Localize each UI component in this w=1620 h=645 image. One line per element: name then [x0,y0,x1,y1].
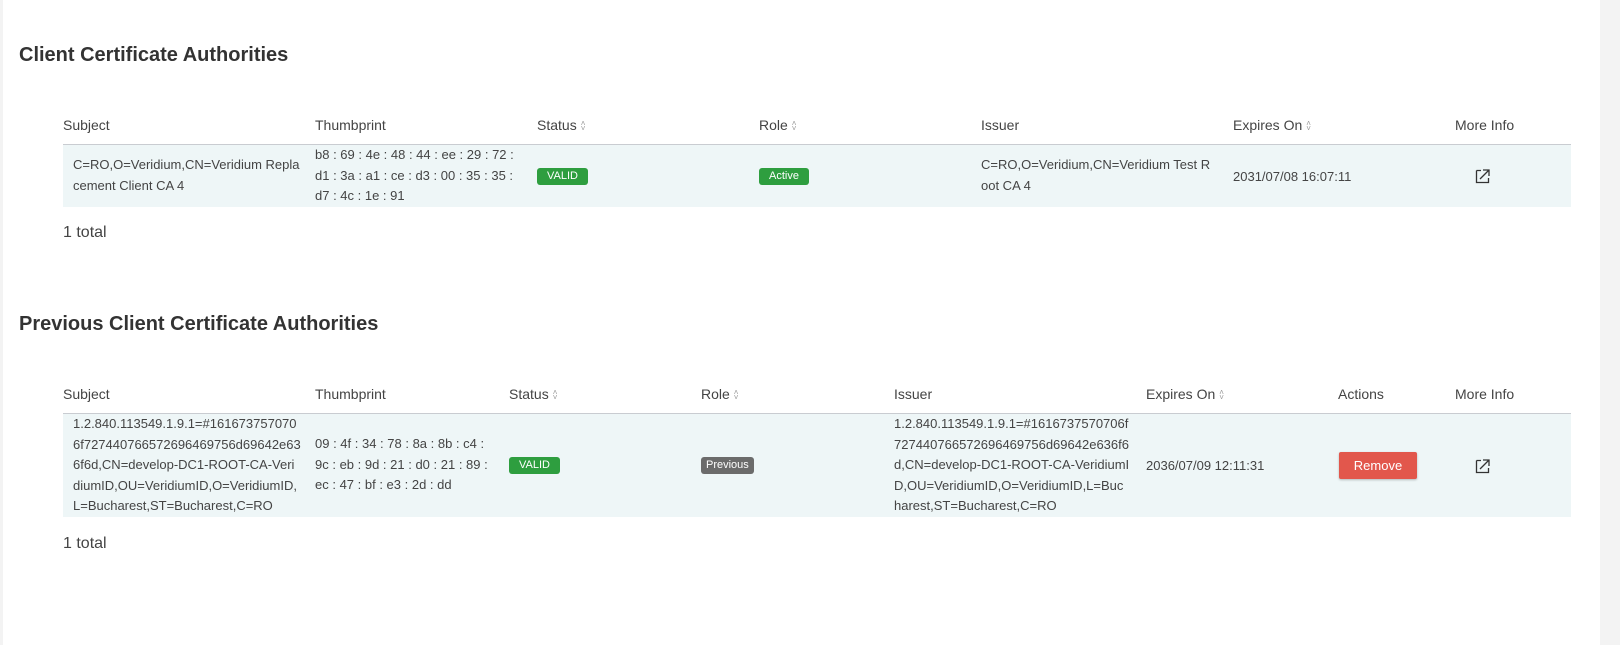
cell-subject: 1.2.840.113549.1.9.1=#1616737570706f7274… [73,416,301,513]
cell-role: Previous [701,414,754,517]
column-header-status[interactable]: Status ˄ ˅ [509,374,557,414]
table-row: 1.2.840.113549.1.9.1=#1616737570706f7274… [63,414,1571,517]
cell-more-info [1475,145,1491,207]
table-row: C=RO,O=Veridium,CN=Veridium Replacement … [63,145,1571,207]
sort-icon[interactable]: ˄ ˅ [1306,120,1311,133]
sort-icon[interactable]: ˄ ˅ [734,389,739,402]
cell-actions: Remove [1339,414,1417,517]
cell-issuer: C=RO,O=Veridium,CN=Veridium Test Root CA… [981,157,1211,193]
column-header-role[interactable]: Role ˄ ˅ [759,105,796,145]
column-header-expires[interactable]: Expires On ˄ ˅ [1146,374,1224,414]
cell-status: VALID [537,145,588,207]
remove-button[interactable]: Remove [1339,452,1417,479]
table-header: Subject Thumbprint Status ˄ ˅ Role ˄ ˅ Issue… [63,105,1571,145]
column-header-subject: Subject [63,117,110,133]
cell-subject: C=RO,O=Veridium,CN=Veridium Replacement … [73,157,300,193]
column-header-expires-label: Expires On [1146,386,1216,402]
column-header-issuer: Issuer [981,117,1020,133]
cell-more-info [1475,414,1491,517]
sort-icon[interactable]: ˄ ˅ [581,120,586,133]
column-header-role[interactable]: Role ˄ ˅ [701,374,738,414]
column-header-role-label: Role [701,386,730,402]
status-badge: VALID [509,457,560,474]
column-header-issuer: Issuer [894,386,933,402]
cell-thumbprint: 09 : 4f : 34 : 78 : 8a : 8b : c4 : 9c : … [315,436,488,492]
cell-expires: 2031/07/08 16:07:11 [1233,168,1352,184]
status-badge: VALID [537,167,588,185]
section-title-previous-client-ca: Previous Client Certificate Authorities [19,313,379,335]
role-badge: Active [759,167,809,185]
total-count: 1 total [63,224,107,241]
cell-status: VALID [509,414,560,517]
column-header-more-info: More Info [1455,386,1515,402]
page: Client Certificate Authorities Subject T… [3,0,1600,645]
client-ca-table: Subject Thumbprint Status ˄ ˅ Role ˄ ˅ Issue… [63,105,1571,207]
column-header-thumbprint: Thumbprint [315,386,386,402]
total-count: 1 total [63,535,107,552]
column-header-thumbprint: Thumbprint [315,117,386,133]
section-title-client-ca: Client Certificate Authorities [19,44,289,66]
sort-icon[interactable]: ˄ ˅ [1219,389,1224,402]
column-header-expires-label: Expires On [1233,117,1303,133]
column-header-status[interactable]: Status ˄ ˅ [537,105,585,145]
column-header-actions: Actions [1338,386,1384,402]
cell-expires: 2036/07/09 12:11:31 [1146,458,1265,473]
table-header: Subject Thumbprint Status ˄ ˅ Role ˄ ˅ Issue… [63,374,1571,414]
column-header-expires[interactable]: Expires On ˄ ˅ [1233,105,1311,145]
sort-icon[interactable]: ˄ ˅ [792,120,797,133]
previous-client-ca-table: Subject Thumbprint Status ˄ ˅ Role ˄ ˅ Issue… [63,374,1571,517]
column-header-role-label: Role [759,117,788,133]
column-header-status-label: Status [537,117,577,133]
external-link-icon[interactable] [1475,168,1491,184]
sort-icon[interactable]: ˄ ˅ [553,389,558,402]
column-header-more-info: More Info [1455,117,1515,133]
cell-thumbprint: b8 : 69 : 4e : 48 : 44 : ee : 29 : 72 : … [315,147,514,203]
column-header-subject: Subject [63,386,110,402]
role-badge: Previous [701,457,754,474]
cell-issuer: 1.2.840.113549.1.9.1=#1616737570706f7274… [894,416,1130,513]
external-link-icon[interactable] [1475,458,1491,474]
cell-role: Active [759,145,809,207]
page-margin [1600,0,1620,645]
column-header-status-label: Status [509,386,549,402]
